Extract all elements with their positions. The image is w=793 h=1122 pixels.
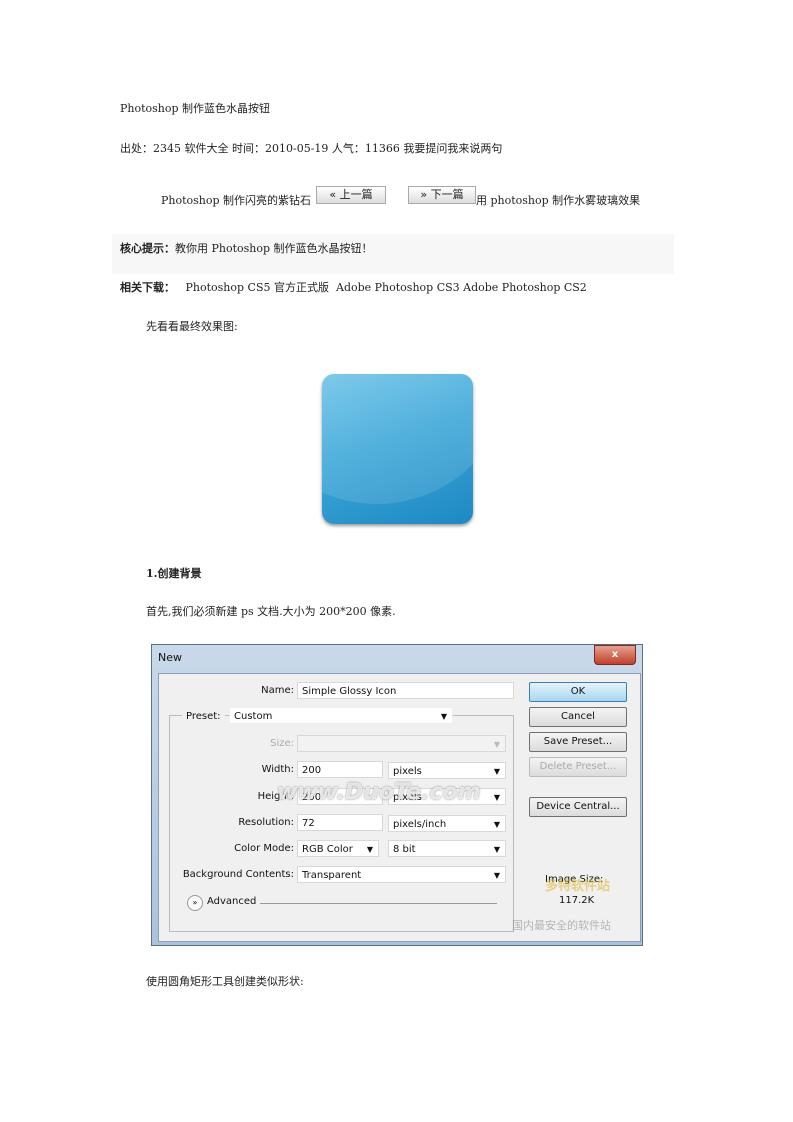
close-button[interactable]: x <box>594 645 636 665</box>
document-page: Photoshop 制作蓝色水晶按钮 出处：2345 软件大全 时间：2010-… <box>0 0 793 1122</box>
watermark: www.DuoTe.com <box>277 780 481 805</box>
dropdown-arrow-icon: ▼ <box>493 845 500 854</box>
preset-label: Preset: <box>182 708 225 725</box>
hint-label: 核心提示： <box>120 242 175 255</box>
size-label: Size: <box>270 738 294 749</box>
preset-value: Custom <box>234 711 273 722</box>
step1-heading: 1.创建背景 <box>146 567 202 580</box>
advanced-label[interactable]: Advanced <box>207 896 256 907</box>
new-document-dialog: New x Name: Simple Glossy Icon Preset: C… <box>151 644 643 946</box>
bit-depth-value: 8 bit <box>393 844 416 855</box>
article-meta: 出处：2345 软件大全 时间：2010-05-19 人气：11366 我要提问… <box>120 142 503 155</box>
step2-text: 使用圆角矩形工具创建类似形状: <box>146 975 304 988</box>
dropdown-arrow-icon: ▼ <box>493 820 500 829</box>
final-result-image <box>308 360 485 532</box>
height-label: Height: <box>257 791 294 802</box>
download-link[interactable]: Adobe Photoshop CS2 <box>463 281 587 294</box>
cancel-button[interactable]: Cancel <box>529 707 627 727</box>
name-input[interactable]: Simple Glossy Icon <box>297 682 514 699</box>
prev-button[interactable]: « 上一篇 <box>316 186 386 204</box>
dropdown-arrow-icon: ▼ <box>493 871 500 880</box>
color-mode-select[interactable]: RGB Color ▼ <box>297 840 379 857</box>
download-link[interactable]: Photoshop CS5 官方正式版 <box>186 281 330 294</box>
article-title: Photoshop 制作蓝色水晶按钮 <box>120 102 271 115</box>
download-link[interactable]: Adobe Photoshop CS3 <box>336 281 460 294</box>
device-central-button[interactable]: Device Central... <box>529 797 627 817</box>
advanced-divider <box>260 903 497 904</box>
prev-article-link[interactable]: Photoshop 制作闪亮的紫钻石 <box>161 192 311 208</box>
background-select[interactable]: Transparent ▼ <box>297 866 506 883</box>
width-input[interactable]: 200 <box>297 761 383 778</box>
step1-text: 首先,我们必须新建 ps 文档.大小为 200*200 像素. <box>146 605 396 618</box>
downloads-label: 相关下载： <box>120 281 175 294</box>
bit-depth-select[interactable]: 8 bit ▼ <box>388 840 506 857</box>
dropdown-arrow-icon: ▼ <box>440 712 447 721</box>
next-button[interactable]: » 下一篇 <box>408 186 476 204</box>
expand-advanced-icon[interactable]: » <box>187 895 203 911</box>
glossy-blue-button <box>322 374 473 524</box>
resolution-unit: pixels/inch <box>393 819 447 830</box>
watermark-logo: 多特软件站 <box>545 879 611 894</box>
dropdown-arrow-icon: ▼ <box>493 793 500 802</box>
dropdown-arrow-icon: ▼ <box>493 767 500 776</box>
background-label: Background Contents: <box>182 869 294 880</box>
save-preset-button[interactable]: Save Preset... <box>529 732 627 752</box>
preset-select[interactable]: Custom ▼ <box>229 707 453 724</box>
width-unit-select[interactable]: pixels ▼ <box>388 762 506 779</box>
watermark-tagline: 国内最安全的软件站 <box>512 919 611 932</box>
resolution-unit-select[interactable]: pixels/inch ▼ <box>388 815 506 832</box>
width-label: Width: <box>261 764 294 775</box>
dropdown-arrow-icon: ▼ <box>493 740 500 749</box>
width-unit: pixels <box>393 766 422 777</box>
name-label: Name: <box>261 685 294 696</box>
color-mode-value: RGB Color <box>302 844 353 855</box>
background-value: Transparent <box>302 870 362 881</box>
delete-preset-button: Delete Preset... <box>529 757 627 777</box>
intro-text: 先看看最终效果图: <box>146 320 238 333</box>
ok-button[interactable]: OK <box>529 682 627 702</box>
size-select: ▼ <box>297 735 506 752</box>
next-article-link[interactable]: 用 photoshop 制作水雾玻璃效果 <box>476 192 640 208</box>
color-mode-label: Color Mode: <box>234 843 294 854</box>
resolution-label: Resolution: <box>238 817 294 828</box>
hint-text: 教你用 Photoshop 制作蓝色水晶按钮！ <box>175 242 373 255</box>
resolution-input[interactable]: 72 <box>297 814 383 831</box>
dropdown-arrow-icon: ▼ <box>366 845 373 854</box>
dialog-title: New <box>158 651 182 664</box>
image-size-value: 117.2K <box>559 895 595 906</box>
